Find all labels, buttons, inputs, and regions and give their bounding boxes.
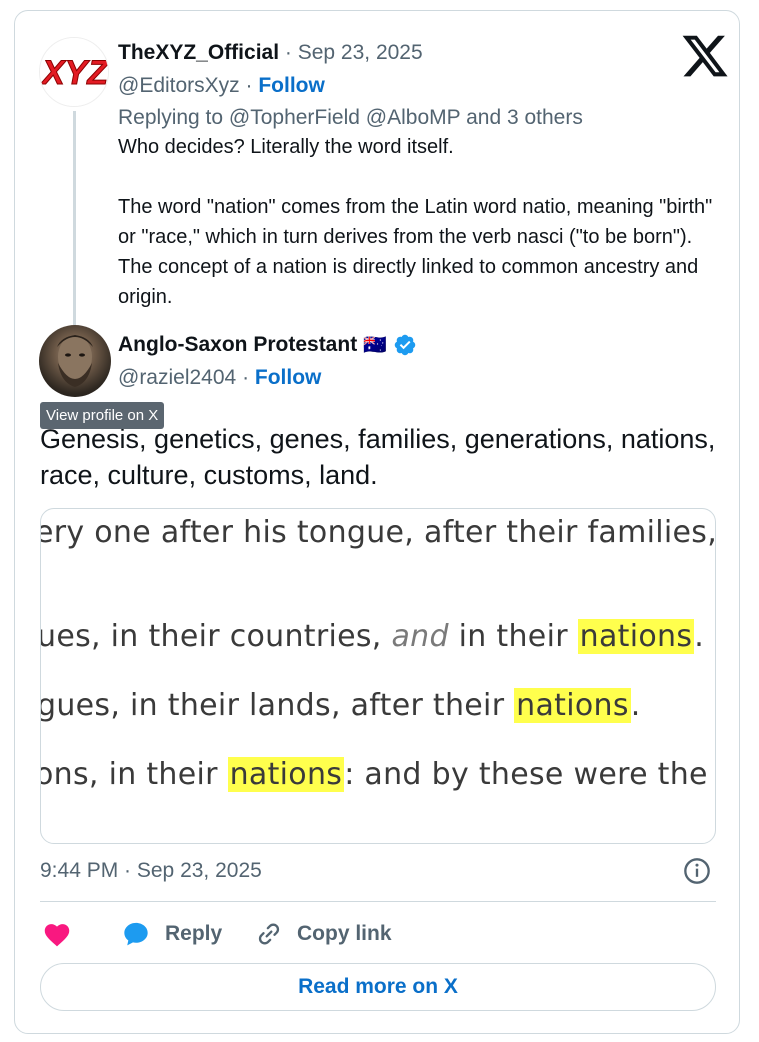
- info-icon[interactable]: [683, 857, 711, 885]
- highlighted-word: nations: [227, 757, 345, 792]
- highlighted-word: nations: [577, 619, 695, 654]
- image-text: ues, in their countries,: [40, 619, 392, 654]
- separator-dot: ·: [245, 74, 259, 97]
- footer-divider: [40, 901, 716, 902]
- image-text: .: [694, 619, 705, 654]
- parent-body-paragraph: The word "nation" comes from the Latin w…: [118, 196, 713, 308]
- main-author-row: Anglo-Saxon Protestant 🇦🇺: [118, 333, 417, 357]
- main-author-handle[interactable]: @raziel2404: [118, 366, 236, 389]
- image-text-line: gues, in their lands, after their nation…: [40, 688, 641, 723]
- xyz-logo-icon: XYZ: [40, 38, 109, 106]
- image-text: .: [630, 688, 641, 723]
- main-author-name[interactable]: Anglo-Saxon Protestant: [118, 333, 357, 357]
- reply-bubble-icon: [124, 922, 148, 946]
- image-text: : and by these were the: [344, 757, 708, 792]
- parent-author-handle[interactable]: @EditorsXyz: [118, 74, 240, 97]
- heart-icon: [44, 924, 70, 947]
- xyz-logo-text: XYZ: [40, 54, 109, 92]
- main-handle-row: @raziel2404 · Follow: [118, 366, 321, 390]
- parent-author-row: TheXYZ_Official · Sep 23, 2025: [118, 41, 423, 65]
- verified-badge-icon[interactable]: [393, 333, 417, 357]
- parent-body-paragraph: Who decides? Literally the word itself.: [118, 136, 454, 158]
- image-text: ery one after his tongue, after their fa…: [40, 515, 716, 550]
- image-text: ons, in their: [40, 757, 228, 792]
- view-profile-tooltip: View profile on X: [40, 402, 165, 429]
- like-button[interactable]: [43, 917, 71, 951]
- parent-author-avatar[interactable]: XYZ: [39, 37, 109, 107]
- tweet-media-image[interactable]: ery one after his tongue, after their fa…: [40, 508, 716, 844]
- image-text-italic: and: [391, 619, 449, 654]
- main-author-avatar[interactable]: [39, 325, 111, 397]
- parent-follow-button[interactable]: Follow: [258, 74, 325, 97]
- tweet-timestamp[interactable]: 9:44 PM · Sep 23, 2025: [40, 859, 262, 883]
- image-text: in their: [448, 619, 578, 654]
- embedded-tweet-card: XYZ TheXYZ_Official · Sep 23, 2025 @Edit…: [14, 10, 740, 1034]
- link-icon: [258, 923, 280, 945]
- separator-dot: ·: [242, 366, 255, 389]
- parent-tweet-body: Who decides? Literally the word itself. …: [118, 132, 718, 312]
- australia-flag-icon: 🇦🇺: [363, 335, 387, 356]
- reply-label: Reply: [165, 922, 223, 945]
- replying-to-text[interactable]: Replying to @TopherField @AlboMP and 3 o…: [118, 106, 583, 130]
- image-text-line: ons, in their nations: and by these were…: [40, 757, 708, 792]
- parent-tweet-date[interactable]: Sep 23, 2025: [298, 41, 423, 64]
- image-text-line: ues, in their countries, and in their na…: [40, 619, 705, 654]
- highlighted-word: nations: [514, 688, 631, 723]
- reply-button[interactable]: Reply: [121, 917, 222, 951]
- image-text: gues, in their lands, after their: [40, 688, 515, 723]
- main-follow-button[interactable]: Follow: [255, 366, 322, 389]
- thread-connector-line: [73, 111, 76, 327]
- avatar-portrait-icon: [57, 335, 93, 387]
- main-tweet-body: Genesis, genetics, genes, families, gene…: [40, 424, 716, 490]
- image-text-line: ery one after his tongue, after their fa…: [40, 515, 716, 550]
- copy-link-label: Copy link: [297, 922, 392, 945]
- parent-handle-row: @EditorsXyz · Follow: [118, 74, 325, 98]
- separator-dot: ·: [284, 41, 298, 64]
- copy-link-button[interactable]: Copy link: [255, 917, 392, 951]
- read-more-button[interactable]: Read more on X: [40, 963, 716, 1011]
- x-logo-icon[interactable]: [680, 31, 730, 81]
- parent-author-name[interactable]: TheXYZ_Official: [118, 41, 279, 64]
